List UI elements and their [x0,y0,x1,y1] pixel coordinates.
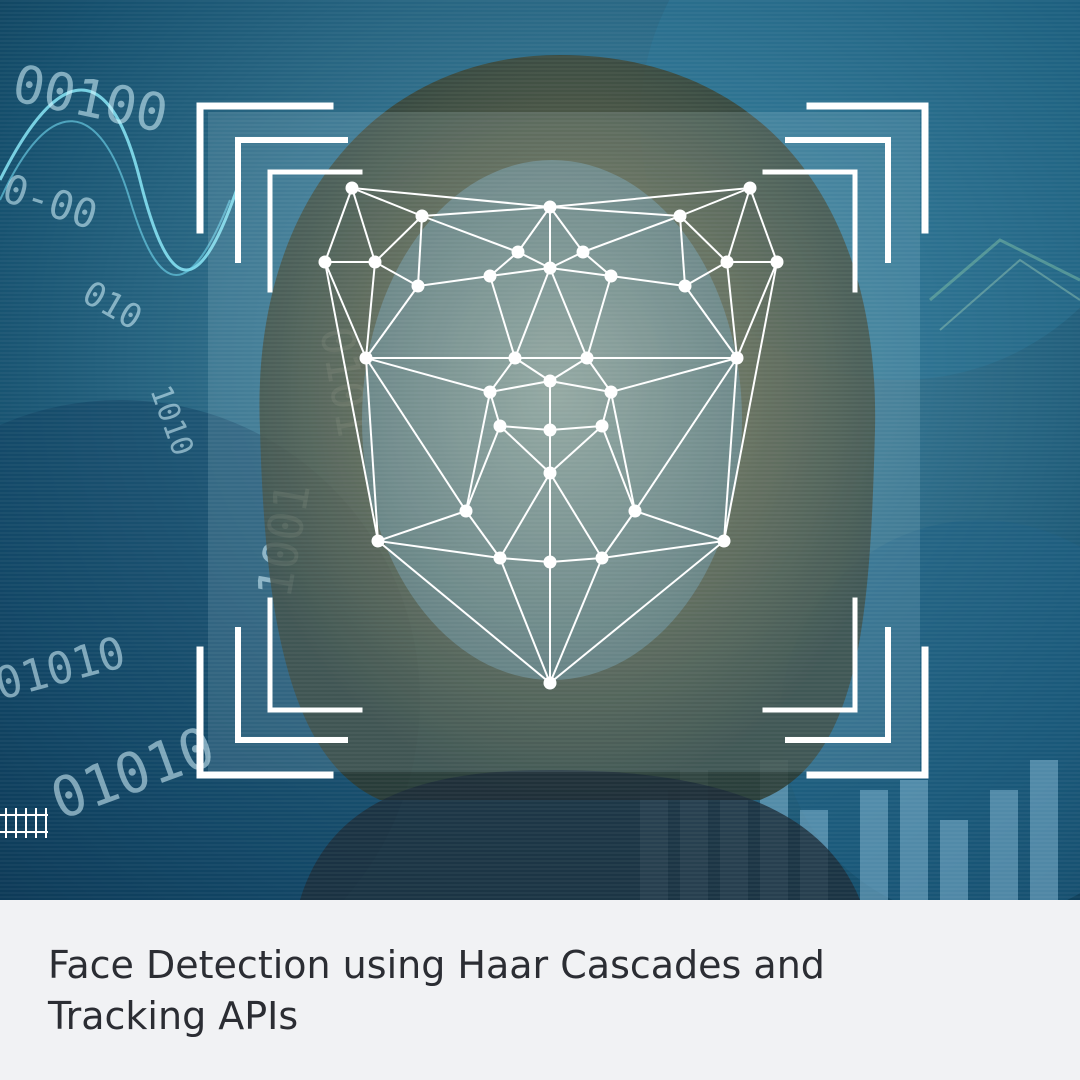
mesh-landmark-point [595,419,609,433]
mesh-landmark-point [371,534,385,548]
mesh-landmark-point [493,551,507,565]
mesh-landmark-point [628,504,642,518]
mesh-landmark-point [368,255,382,269]
mesh-landmark-point [543,374,557,388]
mesh-landmark-point [543,200,557,214]
mesh-landmark-point [411,279,425,293]
mesh-landmark-point [508,351,522,365]
mesh-landmark-point [359,351,373,365]
mesh-landmark-point [604,269,618,283]
mesh-landmark-point [720,255,734,269]
mesh-landmark-point [770,255,784,269]
mesh-landmark-point [345,181,359,195]
mesh-landmark-point [580,351,594,365]
article-title[interactable]: Face Detection using Haar Cascades and T… [48,940,868,1042]
mesh-landmark-point [318,255,332,269]
mesh-landmark-point [595,551,609,565]
mesh-landmark-point [543,423,557,437]
mesh-landmark-point [459,504,473,518]
face-detection-illustration: 00100 0-00 010 1010 01010 1001 0101 0101… [0,0,1080,900]
mesh-landmark-point [543,555,557,569]
mesh-landmark-point [543,676,557,690]
mesh-landmark-point [493,419,507,433]
mesh-landmark-point [717,534,731,548]
mesh-landmark-point [511,245,525,259]
mesh-landmark-point [576,245,590,259]
mesh-landmark-point [483,385,497,399]
mesh-landmark-point [673,209,687,223]
mesh-landmark-point [730,351,744,365]
mesh-landmark-point [743,181,757,195]
article-card[interactable]: 00100 0-00 010 1010 01010 1001 0101 0101… [0,0,1080,1080]
mesh-landmark-point [415,209,429,223]
mesh-landmark-point [543,261,557,275]
mesh-landmark-point [678,279,692,293]
mesh-landmark-point [543,466,557,480]
mesh-landmark-point [604,385,618,399]
hero-image: 00100 0-00 010 1010 01010 1001 0101 0101… [0,0,1080,900]
mesh-landmark-point [483,269,497,283]
